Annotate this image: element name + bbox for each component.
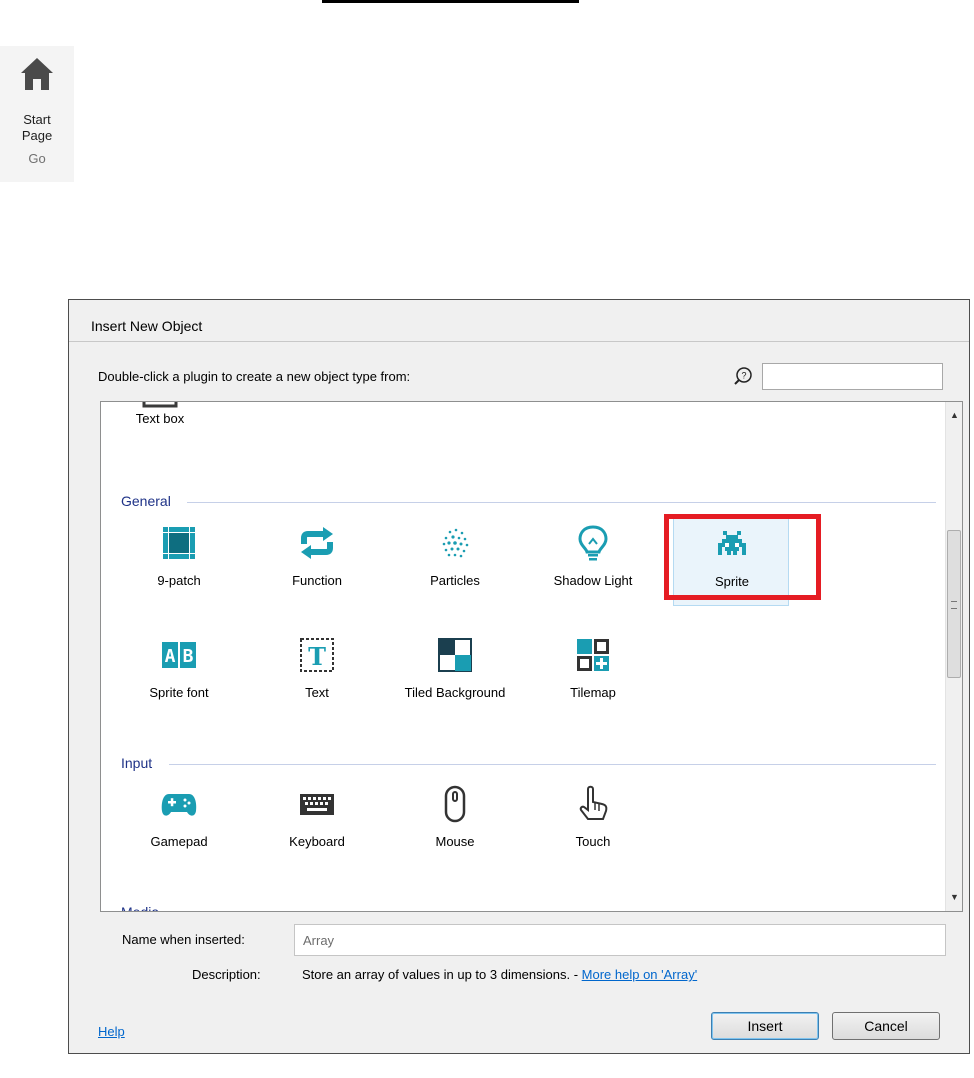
title-divider <box>69 341 969 342</box>
ribbon-group-label: Go <box>28 151 46 166</box>
group-header-general: General <box>121 493 171 509</box>
insert-new-object-dialog: Insert New Object Double-click a plugin … <box>68 299 970 1054</box>
plugin-label: Sprite font <box>149 685 209 700</box>
plugin-item-9-patch[interactable]: 9-patch <box>121 516 237 606</box>
plugin-item-shadow-light[interactable]: Shadow Light <box>535 516 651 606</box>
start-page-label-line1: Start <box>23 112 51 127</box>
scrollbar-grip-icon <box>951 601 957 609</box>
mouse-icon <box>444 785 466 823</box>
group-header-input: Input <box>121 755 153 771</box>
keyboard-icon <box>300 794 334 815</box>
plugin-item-mouse[interactable]: Mouse <box>397 777 513 867</box>
plugin-item-tiled-background[interactable]: Tiled Background <box>397 628 513 718</box>
plugin-label: Function <box>292 573 342 588</box>
plugin-label: Gamepad <box>150 834 208 849</box>
description-text: Store an array of values in up to 3 dime… <box>302 967 697 982</box>
plugin-label: 9-patch <box>157 573 201 588</box>
vertical-scrollbar[interactable]: ▲ ▼ <box>945 402 962 911</box>
plugin-label: Mouse <box>435 834 475 849</box>
svg-text:?: ? <box>741 371 746 381</box>
plugin-item-text-box[interactable]: Text box <box>102 402 218 472</box>
more-help-link[interactable]: More help on 'Array' <box>582 967 698 982</box>
touch-icon <box>579 785 608 820</box>
search-input[interactable] <box>762 363 943 390</box>
plugin-label: Tilemap <box>570 685 616 700</box>
plugin-label: Touch <box>575 834 611 849</box>
plugin-label: Particles <box>430 573 480 588</box>
plugin-list[interactable]: Text box General 9-patch Function Partic… <box>100 401 963 912</box>
plugin-item-text[interactable]: T Text <box>259 628 375 718</box>
ninepatch-icon <box>163 527 195 559</box>
insert-button[interactable]: Insert <box>711 1012 819 1040</box>
start-page-ribbon-button[interactable]: Start Page Go <box>0 46 74 182</box>
lightbulb-icon <box>578 525 608 561</box>
tilemap-icon <box>577 639 609 671</box>
name-when-inserted-field[interactable] <box>294 924 946 956</box>
description-body: Store an array of values in up to 3 dime… <box>302 967 582 982</box>
svg-text:B: B <box>183 646 194 667</box>
name-field-label: Name when inserted: <box>122 932 245 947</box>
sprite-font-icon: A B <box>162 642 196 668</box>
text-icon: T <box>300 638 334 672</box>
description-label: Description: <box>192 967 261 982</box>
tiled-background-icon <box>438 638 472 672</box>
function-icon <box>301 527 333 559</box>
plugin-item-function[interactable]: Function <box>259 516 375 606</box>
start-page-label-line2: Page <box>21 128 53 143</box>
svg-text:A: A <box>165 646 176 667</box>
selection-highlight-box <box>664 514 821 600</box>
help-link[interactable]: Help <box>98 1024 125 1039</box>
plugin-label: Text box <box>135 411 185 426</box>
plugin-item-sprite-font[interactable]: A B Sprite font <box>121 628 237 718</box>
dialog-title: Insert New Object <box>91 318 203 334</box>
cancel-button[interactable]: Cancel <box>832 1012 940 1040</box>
group-divider <box>169 764 936 765</box>
scroll-down-arrow-icon[interactable]: ▼ <box>946 889 962 906</box>
plugin-label: Tiled Background <box>404 685 506 700</box>
plugin-item-gamepad[interactable]: Gamepad <box>121 777 237 867</box>
plugin-label: Shadow Light <box>553 573 633 588</box>
scrollbar-thumb[interactable] <box>947 530 961 678</box>
gamepad-icon <box>161 794 197 816</box>
svg-text:T: T <box>308 642 326 671</box>
plugin-item-particles[interactable]: Particles <box>397 516 513 606</box>
home-icon <box>21 58 53 90</box>
instructions-text: Double-click a plugin to create a new ob… <box>98 369 411 384</box>
group-divider <box>187 502 936 503</box>
plugin-item-keyboard[interactable]: Keyboard <box>259 777 375 867</box>
scroll-up-arrow-icon[interactable]: ▲ <box>946 407 962 424</box>
top-divider-line <box>322 0 579 3</box>
search-help-icon[interactable]: ? <box>733 366 753 386</box>
group-header-media: Media <box>121 904 160 912</box>
plugin-label: Keyboard <box>289 834 345 849</box>
plugin-item-touch[interactable]: Touch <box>535 777 651 867</box>
plugin-item-tilemap[interactable]: Tilemap <box>535 628 651 718</box>
plugin-label: Text <box>305 685 329 700</box>
particles-icon <box>442 528 469 558</box>
